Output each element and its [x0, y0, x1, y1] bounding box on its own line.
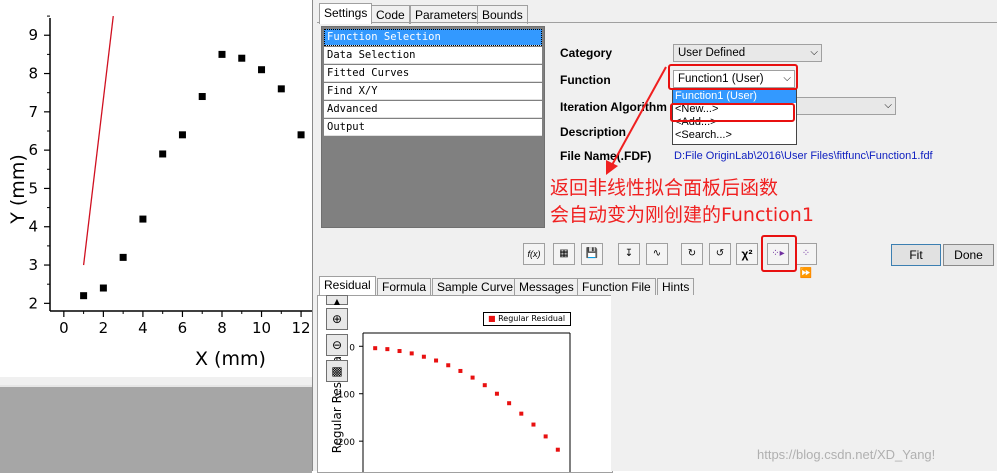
annotation-arrow-layer — [606, 66, 667, 175]
annotation-arrow-line — [611, 66, 667, 166]
annotation-line-2: 会自动变为刚创建的Function1 — [550, 204, 814, 226]
watermark-text: https://blog.csdn.net/XD_Yang! — [757, 447, 936, 462]
annotation-line-1: 返回非线性拟合面板后函数 — [550, 177, 779, 199]
tab-settings[interactable]: Settings — [319, 3, 373, 24]
